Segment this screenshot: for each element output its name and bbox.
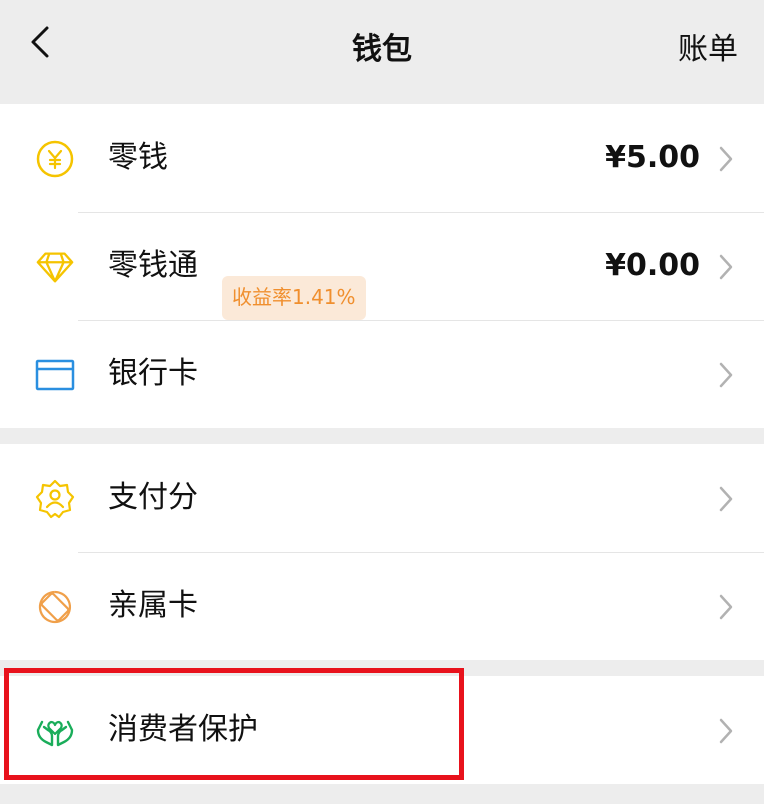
- wallet-balance-group: 零钱 ¥5.00 零钱通 收益率1.41% ¥0.00 银行卡: [0, 104, 764, 428]
- row-label: 消费者保护: [108, 712, 258, 747]
- row-label: 零钱通 收益率1.41%: [108, 246, 366, 320]
- services-group: 支付分 亲属卡: [0, 444, 764, 660]
- bank-card-row[interactable]: 银行卡: [0, 320, 764, 428]
- chevron-right-icon: [719, 486, 733, 512]
- licaitong-label: 零钱通: [108, 248, 198, 283]
- diamond-icon: [34, 246, 76, 288]
- protection-hands-icon: [34, 710, 76, 752]
- chevron-right-icon: [719, 254, 733, 280]
- header-bar: 钱包 账单: [0, 0, 764, 88]
- consumer-protection-row[interactable]: 消费者保护: [0, 676, 764, 784]
- card-icon: [34, 354, 76, 396]
- change-balance: ¥5.00: [605, 140, 700, 175]
- bill-link[interactable]: 账单: [678, 24, 738, 68]
- row-label: 亲属卡: [108, 588, 198, 623]
- licaitong-row[interactable]: 零钱通 收益率1.41% ¥0.00: [0, 212, 764, 320]
- licaitong-balance: ¥0.00: [605, 248, 700, 283]
- page-title: 钱包: [352, 32, 412, 67]
- pay-score-row[interactable]: 支付分: [0, 444, 764, 552]
- family-card-row[interactable]: 亲属卡: [0, 552, 764, 660]
- protection-group: 消费者保护: [0, 676, 764, 784]
- row-label: 银行卡: [108, 356, 198, 391]
- change-row[interactable]: 零钱 ¥5.00: [0, 104, 764, 212]
- chevron-right-icon: [719, 146, 733, 172]
- yuan-coin-icon: [34, 138, 76, 180]
- chevron-right-icon: [719, 362, 733, 388]
- chevron-right-icon: [719, 718, 733, 744]
- family-card-icon: [34, 586, 76, 628]
- yield-rate-badge: 收益率1.41%: [222, 276, 366, 320]
- chevron-right-icon: [719, 594, 733, 620]
- row-label: 零钱: [108, 140, 168, 175]
- row-label: 支付分: [108, 480, 198, 515]
- credit-score-icon: [34, 478, 76, 520]
